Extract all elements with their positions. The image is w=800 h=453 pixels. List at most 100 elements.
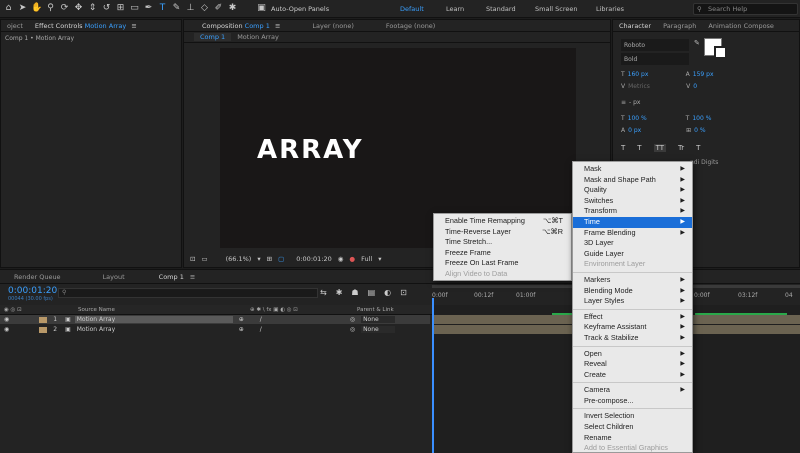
playhead[interactable] — [432, 298, 434, 453]
menu-item-layer-styles[interactable]: Layer Styles ▶ — [573, 296, 692, 307]
brush-tool-icon[interactable]: ✎ — [171, 3, 182, 14]
font-style-select[interactable]: Bold — [621, 53, 689, 65]
kerning-value[interactable]: Metrics — [628, 83, 668, 90]
viewer-timecode[interactable]: 0:00:01:20 — [296, 255, 332, 263]
draft-3d-icon[interactable]: ✱ — [336, 288, 343, 300]
dolly-tool-icon[interactable]: ⇕ — [87, 3, 98, 14]
menu-item-track-stabilize[interactable]: Track & Stabilize ▶ — [573, 333, 692, 344]
superscript-button[interactable]: T — [696, 144, 700, 152]
menu-item-switches[interactable]: Switches ▶ — [573, 196, 692, 207]
tab-footage[interactable]: Footage (none) — [380, 22, 441, 30]
composition-mini-flowchart-icon[interactable]: ⇆ — [320, 288, 327, 300]
region-icon[interactable]: ▢ — [278, 255, 284, 263]
stroke-color-swatch[interactable] — [714, 46, 727, 59]
menu-item-rename[interactable]: Rename — [573, 433, 692, 444]
menu-item-time-stretch[interactable]: Time Stretch... — [434, 237, 571, 248]
small-caps-button[interactable]: Tr — [678, 144, 684, 152]
menu-item-freeze-frame[interactable]: Freeze Frame — [434, 248, 571, 259]
table-row[interactable]: ◉ 2 ▣ Motion Array ⊕ / ◎ None — [0, 325, 430, 334]
resolution-select[interactable]: Full — [361, 255, 372, 263]
workspace-default[interactable]: Default — [400, 5, 424, 13]
zoom-tool-icon[interactable]: ⚲ — [45, 3, 56, 14]
camera-icon[interactable]: ◉ — [338, 255, 344, 263]
menu-item-frame-blending[interactable]: Frame Blending ▶ — [573, 228, 692, 239]
pan-behind-tool-icon[interactable]: ⊞ — [115, 3, 126, 14]
tab-render-queue[interactable]: Render Queue — [8, 273, 67, 281]
menu-item-reveal[interactable]: Reveal ▶ — [573, 359, 692, 370]
tab-project[interactable]: oject — [1, 22, 29, 30]
home-icon[interactable]: ⌂ — [3, 3, 14, 14]
stroke-width-value[interactable]: - px — [629, 99, 640, 106]
workspace-small-screen[interactable]: Small Screen — [535, 5, 577, 13]
magnify-icon[interactable]: ⊡ — [190, 255, 195, 263]
grid-icon[interactable]: ⊞ — [267, 255, 272, 263]
type-tool-icon[interactable]: T — [157, 3, 168, 14]
timeline-timecode[interactable]: 0:00:01:20 — [8, 286, 57, 296]
tab-effect-controls[interactable]: Effect Controls Motion Array ≡ — [29, 22, 143, 30]
menu-item-pre-compose[interactable]: Pre-compose... — [573, 396, 692, 407]
leading-value[interactable]: 159 px — [693, 71, 714, 78]
pen-tool-icon[interactable]: ✒ — [143, 3, 154, 14]
viewer-subtab-motion-array[interactable]: Motion Array — [231, 33, 285, 41]
menu-item-enable-time-remapping[interactable]: Enable Time Remapping ⌥⌘T — [434, 216, 571, 227]
hand-tool-icon[interactable]: ✋ — [31, 3, 42, 14]
eyedropper-icon[interactable]: ✎ — [694, 39, 701, 47]
menu-item-time[interactable]: Time ▶ — [573, 216, 692, 228]
tab-layer[interactable]: Layer (none) — [306, 22, 359, 30]
tab-paragraph[interactable]: Paragraph — [657, 22, 702, 30]
tab-layout[interactable]: Layout — [97, 273, 131, 281]
title-text-layer[interactable]: ARRAY — [257, 135, 364, 165]
graph-editor-icon[interactable]: ⊡ — [400, 288, 407, 300]
snapping-icon[interactable]: ▣ — [256, 3, 267, 14]
all-caps-button[interactable]: TT — [653, 144, 666, 152]
baseline-shift-value[interactable]: 0 px — [628, 127, 668, 134]
menu-item-quality[interactable]: Quality ▶ — [573, 185, 692, 196]
faux-bold-button[interactable]: T — [621, 144, 625, 152]
menu-item-time-reverse-layer[interactable]: Time-Reverse Layer ⌥⌘R — [434, 227, 571, 238]
menu-item-mask-and-shape-path[interactable]: Mask and Shape Path ▶ — [573, 175, 692, 186]
rectangle-tool-icon[interactable]: ▭ — [129, 3, 140, 14]
rotate-tool-icon[interactable]: ↺ — [101, 3, 112, 14]
menu-item-effect[interactable]: Effect ▶ — [573, 312, 692, 323]
table-row[interactable]: ◉ 1 ▣ Motion Array ⊕ / ◎ None — [0, 315, 430, 324]
tsume-value[interactable]: 0 % — [694, 127, 705, 134]
font-family-select[interactable]: Roboto — [621, 39, 689, 51]
menu-item-camera[interactable]: Camera ▶ — [573, 385, 692, 396]
horizontal-scale-value[interactable]: 100 % — [692, 115, 711, 122]
faux-italic-button[interactable]: T — [637, 144, 641, 152]
motion-blur-icon[interactable]: ◐ — [384, 288, 391, 300]
color-icon[interactable]: ● — [349, 255, 355, 263]
shy-layers-icon[interactable]: ☗ — [351, 288, 358, 300]
column-parent-link[interactable]: Parent & Link — [357, 307, 394, 313]
tracking-value[interactable]: 0 — [693, 83, 697, 90]
menu-item-keyframe-assistant[interactable]: Keyframe Assistant ▶ — [573, 322, 692, 333]
search-help-input[interactable]: ⚲ Search Help — [693, 3, 798, 15]
menu-item-transform[interactable]: Transform ▶ — [573, 206, 692, 217]
roto-brush-tool-icon[interactable]: ✐ — [213, 3, 224, 14]
workspace-standard[interactable]: Standard — [486, 5, 516, 13]
frame-blending-icon[interactable]: ▤ — [368, 288, 376, 300]
menu-item-invert-selection[interactable]: Invert Selection — [573, 411, 692, 422]
pan-tool-icon[interactable]: ✥ — [73, 3, 84, 14]
auto-open-panels-label[interactable]: Auto-Open Panels — [271, 5, 329, 13]
vertical-scale-value[interactable]: 100 % — [628, 115, 668, 122]
column-source-name[interactable]: Source Name — [78, 307, 115, 313]
tab-character[interactable]: Character — [613, 22, 657, 30]
tab-composition[interactable]: Composition Comp 1 ≡ — [196, 22, 286, 30]
panel-menu-icon[interactable]: ≡ — [190, 273, 195, 281]
menu-item-freeze-on-last-frame[interactable]: Freeze On Last Frame — [434, 258, 571, 269]
menu-item-mask[interactable]: Mask ▶ — [573, 164, 692, 175]
menu-item-markers[interactable]: Markers ▶ — [573, 275, 692, 286]
monitor-icon[interactable]: ▭ — [201, 255, 207, 263]
tab-comp1[interactable]: Comp 1 — [153, 273, 190, 281]
menu-item-guide-layer[interactable]: Guide Layer — [573, 249, 692, 260]
zoom-level[interactable]: (66.1%) — [226, 255, 252, 263]
menu-item-3d-layer[interactable]: 3D Layer — [573, 238, 692, 249]
menu-item-select-children[interactable]: Select Children — [573, 422, 692, 433]
timeline-search-input[interactable]: ⚲ — [58, 288, 318, 298]
orbit-tool-icon[interactable]: ⟳ — [59, 3, 70, 14]
clone-stamp-tool-icon[interactable]: ⊥ — [185, 3, 196, 14]
font-size-value[interactable]: 160 px — [628, 71, 668, 78]
selection-tool-icon[interactable]: ➤ — [17, 3, 28, 14]
menu-item-open[interactable]: Open ▶ — [573, 349, 692, 360]
